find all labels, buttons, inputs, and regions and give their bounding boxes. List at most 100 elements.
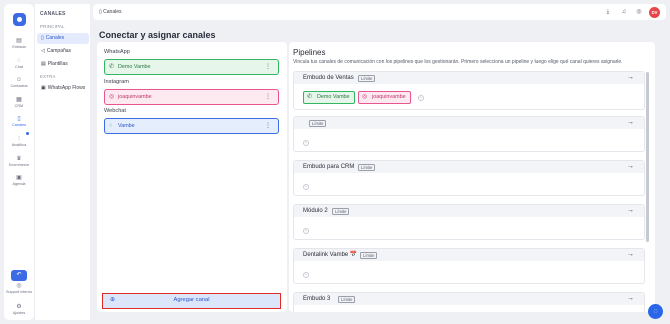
webchat-icon: ◌ bbox=[109, 123, 113, 129]
instagram-icon: ◎ bbox=[362, 94, 368, 100]
settings-icon: ⚙ bbox=[16, 304, 22, 310]
crm-icon: ▦ bbox=[16, 97, 22, 103]
sidebar-item-whatsapp-flows[interactable]: ▣ WhatsApp Flows bbox=[37, 83, 89, 94]
channel-card-webchat[interactable]: ◌ Vambe ⋮ bbox=[104, 118, 279, 134]
rail-item-canales[interactable]: ▯ Canales bbox=[4, 116, 34, 128]
analytics-icon: ⫶ bbox=[18, 136, 20, 142]
pipeline-name: Módulo 2 bbox=[303, 208, 328, 214]
rail-item-entrada[interactable]: ▤ Entrada bbox=[4, 38, 34, 50]
arrow-right-icon[interactable]: → bbox=[627, 293, 634, 305]
add-channel-icon[interactable]: + bbox=[303, 140, 309, 146]
megaphone-icon: ◁ bbox=[41, 48, 45, 54]
sidebar-item-campanas[interactable]: ◁ Campañas bbox=[37, 46, 89, 57]
channel-card-instagram[interactable]: ◎ joaquinvambe ⋮ bbox=[104, 89, 279, 105]
more-vertical-icon[interactable]: ⋮ bbox=[265, 119, 271, 134]
template-icon: ▤ bbox=[41, 61, 46, 67]
sidebar-section-extra: EXTRA bbox=[40, 74, 56, 79]
help-icon[interactable]: ◎ bbox=[634, 7, 644, 17]
channel-card-whatsapp[interactable]: ✆ Demo Vambe ⋮ bbox=[104, 59, 279, 75]
limit-badge: Límite bbox=[309, 119, 327, 127]
rail-item-ajustes[interactable]: ⚙ Ajustes bbox=[4, 304, 34, 316]
pipeline-name: Dentalink Vambe 📅 bbox=[303, 252, 358, 258]
sidebar-item-plantillas[interactable]: ▤ Plantillas bbox=[37, 59, 89, 70]
pipeline-header[interactable]: Embudo 3 Límite → bbox=[294, 293, 644, 305]
add-channel-icon[interactable]: + bbox=[418, 95, 424, 101]
rail-item-agenda[interactable]: ▣ Agenda bbox=[4, 175, 34, 187]
arrow-right-icon[interactable]: → bbox=[627, 161, 634, 173]
pipeline-card[interactable]: Embudo 3 Límite → bbox=[293, 292, 645, 312]
top-bar: ▯ Canales ⤓ ♫ ◎ DV bbox=[93, 4, 666, 20]
arrow-right-icon[interactable]: → bbox=[627, 72, 634, 84]
pipelines-title: Pipelines bbox=[293, 48, 326, 57]
pipeline-name: Embudo de Ventas bbox=[303, 75, 354, 81]
add-channel-icon[interactable]: + bbox=[303, 184, 309, 190]
pipeline-card[interactable]: Límite → + bbox=[293, 116, 645, 152]
bell-icon[interactable]: ♫ bbox=[619, 7, 629, 17]
whatsapp-icon: ✆ bbox=[307, 94, 313, 100]
channels-icon: ▯ bbox=[99, 9, 102, 15]
channels-panel: WhatsApp ✆ Demo Vambe ⋮ Instagram ◎ joaq… bbox=[97, 42, 287, 312]
add-channel-icon[interactable]: + bbox=[303, 228, 309, 234]
breadcrumb[interactable]: ▯ Canales bbox=[99, 4, 122, 20]
arrow-right-icon[interactable]: → bbox=[627, 205, 634, 217]
limit-badge: Límite bbox=[358, 163, 376, 171]
avatar[interactable]: DV bbox=[649, 7, 660, 18]
pipelines-panel: Pipelines Vincula tus canales de comunic… bbox=[289, 42, 655, 312]
more-vertical-icon[interactable]: ⋮ bbox=[265, 60, 271, 75]
pipeline-header[interactable]: Módulo 2 Límite → bbox=[294, 205, 644, 217]
ecommerce-icon: ♛ bbox=[16, 156, 22, 162]
limit-badge: Límite bbox=[338, 295, 356, 303]
add-channel-button[interactable]: ⊕ Agregar canal bbox=[102, 293, 281, 309]
pipeline-card[interactable]: Embudo de Ventas Límite → ✆ Demo Vambe ◎ j… bbox=[293, 71, 645, 110]
group-label-instagram: Instagram bbox=[104, 79, 129, 85]
sidebar-item-canales[interactable]: ▯ Canales bbox=[37, 33, 89, 44]
channels-icon: ▯ bbox=[41, 35, 44, 41]
rail-item-support[interactable]: ◎ Support interno bbox=[4, 283, 34, 295]
arrow-right-icon[interactable]: → bbox=[627, 249, 634, 261]
chat-bubble-icon: ◌ bbox=[653, 308, 658, 315]
flows-icon: ▣ bbox=[41, 85, 46, 91]
group-label-whatsapp: WhatsApp bbox=[104, 49, 130, 55]
sidebar-section-principal: PRINCIPAL bbox=[40, 24, 65, 29]
chat-icon: ◌ bbox=[17, 58, 21, 64]
channels-icon: ▯ bbox=[17, 116, 21, 122]
notification-dot bbox=[26, 132, 29, 135]
rail-item-contactos[interactable]: ☺ Contactos bbox=[4, 77, 34, 89]
rail-item-chat[interactable]: ◌ Chat bbox=[4, 58, 34, 70]
pipeline-card[interactable]: Módulo 2 Límite → + bbox=[293, 204, 645, 240]
pipelines-subtitle: Vincula tus canales de comunicación con … bbox=[293, 59, 623, 65]
page-title: Conectar y asignar canales bbox=[99, 30, 216, 40]
plus-circle-icon: ⊕ bbox=[110, 297, 115, 303]
pipeline-header[interactable]: Embudo para CRM Límite → bbox=[294, 161, 644, 173]
chat-support-button[interactable]: ◌ bbox=[648, 304, 663, 319]
back-button[interactable]: ↶ bbox=[11, 270, 27, 281]
pipeline-name: Embudo 3 bbox=[303, 296, 331, 302]
support-icon: ◎ bbox=[16, 283, 22, 289]
inbox-icon: ▤ bbox=[16, 38, 22, 44]
group-label-webchat: Webchat bbox=[104, 108, 126, 114]
pipeline-header[interactable]: Dentalink Vambe 📅 Límite → bbox=[294, 249, 644, 261]
pipeline-name: Embudo para CRM bbox=[303, 164, 355, 170]
rail-item-analitica[interactable]: ⫶ Analítica bbox=[4, 136, 34, 148]
download-icon[interactable]: ⤓ bbox=[603, 7, 613, 17]
rail-item-crm[interactable]: ▦ CRM bbox=[4, 97, 34, 109]
pipeline-header[interactable]: Embudo de Ventas Límite → bbox=[294, 72, 644, 84]
pipeline-card[interactable]: Dentalink Vambe 📅 Límite → + bbox=[293, 248, 645, 284]
add-channel-icon[interactable]: + bbox=[303, 272, 309, 278]
pipelines-scrollbar[interactable] bbox=[646, 72, 649, 242]
limit-badge: Límite bbox=[332, 207, 350, 215]
pipeline-channel-tag[interactable]: ◎ joaquinvambe bbox=[358, 91, 411, 104]
arrow-right-icon[interactable]: → bbox=[627, 117, 634, 129]
pipeline-channel-tag[interactable]: ✆ Demo Vambe bbox=[303, 91, 355, 104]
limit-badge: Límite bbox=[358, 74, 376, 82]
app-logo[interactable] bbox=[13, 13, 26, 26]
agenda-icon: ▣ bbox=[16, 175, 22, 181]
pipeline-card[interactable]: Embudo para CRM Límite → + bbox=[293, 160, 645, 196]
pipeline-header[interactable]: Límite → bbox=[294, 117, 644, 129]
return-icon: ↶ bbox=[16, 272, 22, 278]
more-vertical-icon[interactable]: ⋮ bbox=[265, 90, 271, 105]
sidebar-title: CANALES bbox=[40, 11, 66, 17]
rail-item-ecommerce[interactable]: ♛ Ecommerce bbox=[4, 156, 34, 168]
contacts-icon: ☺ bbox=[15, 77, 23, 83]
whatsapp-icon: ✆ bbox=[109, 64, 115, 70]
